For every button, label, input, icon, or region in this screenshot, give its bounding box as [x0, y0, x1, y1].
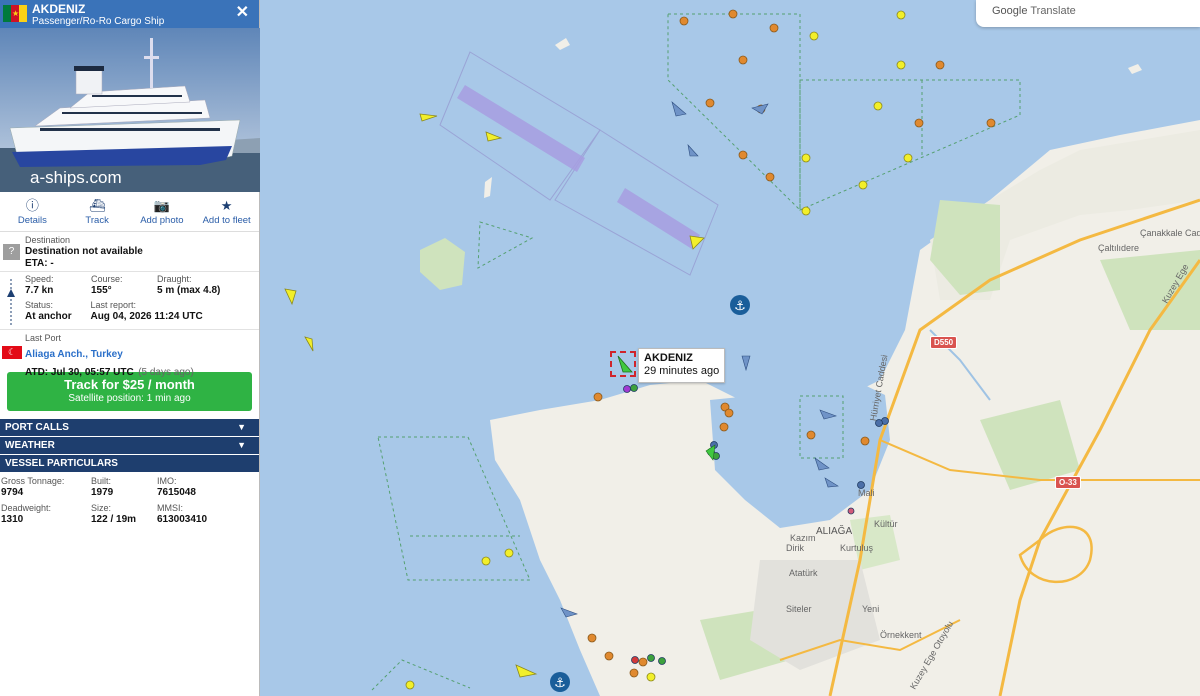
info-icon: ⓘ: [25, 198, 39, 213]
last-port-block: ☾ Last Port Aliaga Anch., Turkey ATD: Ju…: [0, 330, 259, 378]
deadweight-value: 1310: [1, 514, 24, 525]
map-label-caltilidere: Çaltılıdere: [1098, 243, 1140, 253]
chevron-down-icon: ▼: [237, 422, 246, 432]
size-value: 122 / 19m: [91, 514, 137, 525]
imo-value: 7615048: [157, 487, 196, 498]
map-label-siteler: Siteler: [786, 604, 812, 614]
vessel-type: Passenger/Ro-Ro Cargo Ship: [32, 16, 165, 27]
gross-tonnage-label: Gross Tonnage:: [1, 476, 65, 486]
mmsi-value: 613003410: [157, 514, 208, 525]
mmsi-label: MMSI:: [157, 503, 183, 513]
course-value: 155°: [91, 285, 112, 296]
map-label-kurtulus: Kurtuluş: [840, 543, 874, 553]
tooltip-last-seen: 29 minutes ago: [644, 365, 720, 377]
flag-cameroon-icon: ★: [3, 5, 27, 22]
destination-value: Destination not available: [25, 246, 143, 257]
google-translate-widget[interactable]: Google Translate: [976, 0, 1200, 27]
vessel-sidebar: ★ AKDENIZ Passenger/Ro-Ro Cargo Ship ✕ a…: [0, 0, 260, 696]
app-root: ⚓ ⚓ Çaltılıdere Çanakkale Cad. D550 O-33…: [0, 0, 1200, 696]
built-value: 1979: [91, 487, 114, 498]
vessel-tooltip[interactable]: AKDENIZ 29 minutes ago: [638, 348, 726, 383]
map-label-aliaga: ALIAĞA: [816, 526, 853, 537]
details-button[interactable]: ⓘ Details: [0, 199, 65, 231]
vessel-photo[interactable]: a-ships.com: [0, 28, 260, 192]
destination-block: ? Destination Destination not available …: [0, 232, 259, 272]
road-shield-o33: O-33: [1055, 476, 1081, 489]
map-label-kultur: Kültür: [874, 519, 898, 529]
last-port-link[interactable]: Aliaga Anch., Turkey: [25, 349, 123, 360]
last-report-label: Last report:: [90, 300, 136, 310]
vessel-particulars: Gross Tonnage: 9794 Built: 1979 IMO: 761504…: [0, 473, 259, 526]
svg-text:⚓: ⚓: [554, 676, 566, 691]
add-to-fleet-label: Add to fleet: [202, 215, 251, 226]
map-label-yeni: Yeni: [862, 604, 880, 614]
vessel-particulars-section[interactable]: VESSEL PARTICULARS: [0, 455, 259, 473]
camera-icon: 📷: [153, 198, 170, 213]
close-icon[interactable]: ✕: [236, 5, 249, 21]
draught-label: Draught:: [157, 274, 192, 284]
star-icon: ★: [220, 198, 233, 213]
svg-text:⚓: ⚓: [734, 299, 746, 314]
add-photo-label: Add photo: [140, 215, 184, 226]
status-label: Status:: [25, 300, 54, 310]
vessel-header: ★ AKDENIZ Passenger/Ro-Ro Cargo Ship ✕: [0, 0, 259, 28]
vessel-actions: ⓘ Details ⛴ Track 📷 Add photo ★ Add to f…: [0, 192, 259, 232]
ship-icon: ⛴: [88, 198, 106, 213]
google-brand: Google: [992, 5, 1028, 17]
speed-value: 7.7 kn: [25, 285, 54, 296]
atd-value: ATD: Jul 30, 05:57 UTC: [25, 367, 134, 378]
flag-turkey-icon: ☾: [2, 346, 22, 359]
gross-tonnage-value: 9794: [1, 487, 24, 498]
draught-value: 5 m (max 4.8): [157, 285, 221, 296]
particulars-title: VESSEL PARTICULARS: [5, 458, 118, 469]
add-photo-button[interactable]: 📷 Add photo: [130, 199, 195, 231]
unknown-destination-icon: ?: [3, 244, 20, 260]
map-label-ornekkent: Örnekkent: [880, 630, 922, 640]
destination-label: Destination: [25, 235, 71, 245]
vessel-name: AKDENIZ: [32, 2, 86, 16]
tooltip-vessel-name: AKDENIZ: [644, 352, 693, 364]
eta-value: ETA: -: [25, 258, 54, 269]
road-shield-d550: D550: [930, 336, 958, 349]
last-port-label: Last Port: [25, 333, 62, 343]
last-report-value: Aug 04, 2026 11:24 UTC: [90, 311, 203, 322]
selected-vessel-marker[interactable]: [610, 351, 636, 377]
map-label-canakkale: Çanakkale Cad.: [1140, 228, 1200, 238]
map-label-dirik: Dirik: [786, 543, 804, 553]
weather-title: WEATHER: [5, 440, 55, 451]
size-label: Size:: [91, 503, 112, 513]
port-calls-title: PORT CALLS: [5, 422, 69, 433]
status-value: At anchor: [25, 311, 72, 322]
satellite-position-text: Satellite position: 1 min ago: [68, 393, 191, 404]
map-label-kazim: Kazım: [790, 533, 816, 543]
built-label: Built:: [91, 476, 112, 486]
weather-section[interactable]: WEATHER ▼: [0, 437, 259, 455]
photo-watermark: a-ships.com: [30, 168, 122, 187]
deadweight-label: Deadweight:: [1, 503, 52, 513]
imo-label: IMO:: [157, 476, 177, 486]
track-label: Track: [85, 215, 109, 226]
port-calls-section[interactable]: PORT CALLS ▼: [0, 419, 259, 437]
chevron-down-icon: ▼: [237, 440, 246, 450]
track-button[interactable]: ⛴ Track: [65, 199, 130, 231]
map-label-mali: Mali: [858, 488, 875, 498]
map-label-ataturk: Atatürk: [789, 568, 818, 578]
translate-label: Translate: [1030, 5, 1076, 17]
add-to-fleet-button[interactable]: ★ Add to fleet: [194, 199, 259, 231]
details-label: Details: [17, 215, 47, 226]
course-arrow-icon: [7, 279, 15, 325]
navigation-block: Speed: 7.7 kn Course: 155° Draught: 5 m (ma…: [0, 272, 259, 330]
speed-label: Speed:: [25, 274, 54, 284]
atd-ago: (5 days ago): [138, 367, 194, 378]
course-label: Course:: [91, 274, 123, 284]
